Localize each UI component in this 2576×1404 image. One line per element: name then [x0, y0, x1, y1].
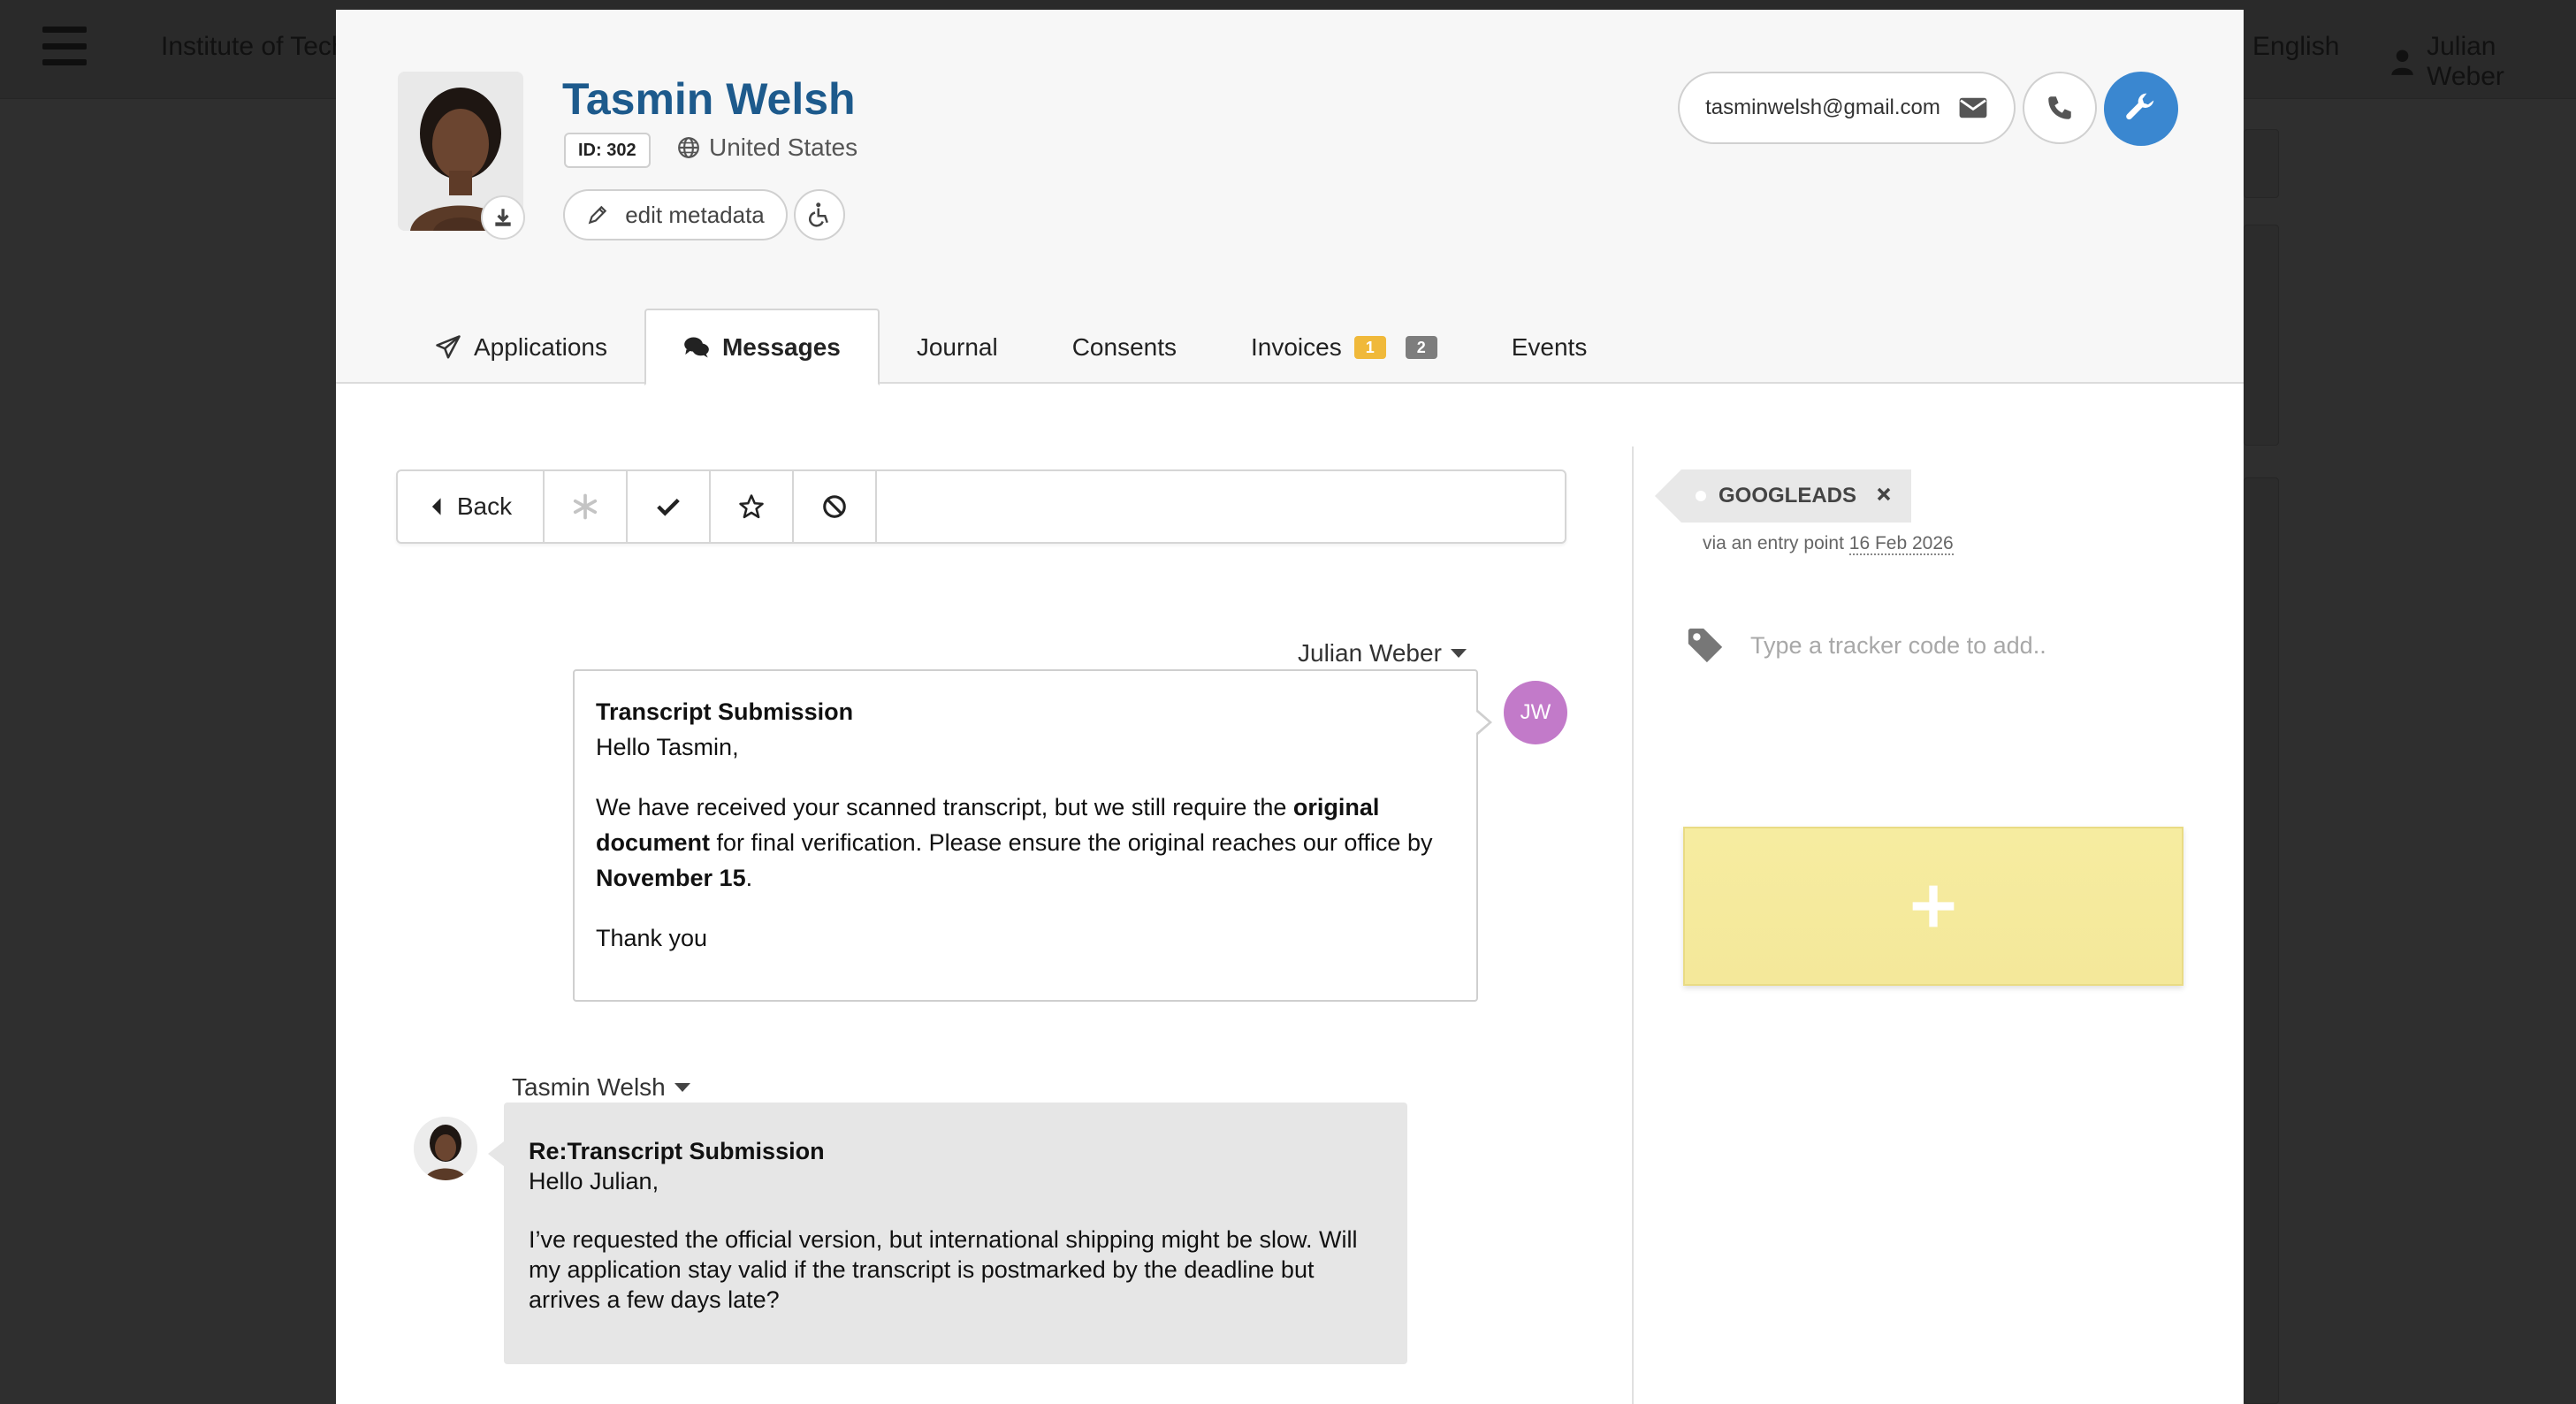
user-icon [2391, 50, 2413, 75]
message-pointer [488, 1141, 504, 1166]
tracker-tag-label: GOOGLEADS [1719, 484, 1857, 507]
sender-avatar [414, 1117, 477, 1180]
tab-applications[interactable]: Applications [398, 309, 644, 385]
message-subject: Transcript Submission [596, 698, 854, 725]
sender-avatar: JW [1504, 681, 1567, 744]
star-icon [739, 494, 764, 519]
wrench-icon [2126, 93, 2154, 120]
edit-metadata-button[interactable]: edit metadata [563, 189, 788, 240]
remove-tag-button[interactable] [1876, 484, 1892, 508]
comments-icon [684, 336, 709, 358]
add-note-button[interactable] [1683, 827, 2184, 986]
message-sender-dropdown[interactable]: Tasmin Welsh [512, 1073, 690, 1102]
mark-done-button[interactable] [628, 471, 711, 542]
tracker-source: via an entry point 16 Feb 2026 [1703, 533, 1954, 555]
ban-icon [823, 495, 846, 518]
pencil-icon [588, 205, 607, 225]
tab-messages[interactable]: Messages [644, 309, 880, 385]
column-divider [1632, 446, 1634, 1404]
user-name: Julian Weber [2427, 32, 2504, 91]
tab-invoices[interactable]: Invoices 1 2 [1214, 309, 1475, 385]
profile-tabs: Applications Messages Journal Consents I… [398, 307, 1624, 385]
call-button[interactable] [2023, 72, 2097, 144]
person-portrait-icon [414, 1117, 477, 1180]
back-button[interactable]: Back [398, 471, 545, 542]
hamburger-menu-icon[interactable] [42, 27, 87, 65]
email-button[interactable]: tasminwelsh@gmail.com [1678, 72, 2016, 144]
profile-photo [398, 72, 525, 240]
paper-plane-icon [436, 334, 461, 358]
message-sender-dropdown[interactable]: Julian Weber [1298, 639, 1467, 668]
check-icon [657, 498, 680, 516]
accessibility-button[interactable] [794, 189, 845, 240]
block-button[interactable] [794, 471, 877, 542]
download-icon [495, 209, 511, 226]
tab-label: Events [1511, 332, 1588, 361]
mark-unread-button[interactable] [545, 471, 628, 542]
caret-left-icon [431, 498, 441, 515]
tab-journal[interactable]: Journal [880, 309, 1035, 385]
message-greeting: Hello Julian, [529, 1168, 659, 1194]
envelope-icon [1959, 97, 1987, 118]
message-closing: Thank you [596, 925, 708, 951]
wheelchair-icon [809, 202, 828, 227]
edit-metadata-label: edit metadata [625, 201, 765, 228]
outgoing-message: Transcript Submission Hello Tasmin, We h… [573, 669, 1478, 1002]
plus-icon [1912, 885, 1955, 927]
invoices-count-badge: 1 [1353, 335, 1386, 359]
close-icon [1877, 487, 1891, 501]
tab-consents[interactable]: Consents [1035, 309, 1214, 385]
background-panel [2244, 129, 2279, 198]
back-label: Back [456, 492, 513, 520]
caret-down-icon [1450, 649, 1467, 658]
asterisk-icon [573, 493, 598, 520]
tracker-tag: GOOGLEADS [1654, 469, 1912, 523]
contact-modal: Tasmin Welsh ID: 302 United States edit … [336, 10, 2244, 1404]
tag-hole-icon [1696, 491, 1706, 501]
tag-icon [1688, 628, 1723, 663]
message-toolbar: Back [396, 469, 1566, 544]
tab-events[interactable]: Events [1475, 309, 1625, 385]
tracker-via-text: via an entry point [1703, 533, 1844, 553]
message-subject: Re:Transcript Submission [529, 1138, 825, 1164]
tab-label: Messages [721, 332, 841, 361]
tab-label: Invoices [1251, 332, 1342, 361]
tracker-date: 16 Feb 2026 [1848, 533, 1954, 555]
user-menu[interactable]: Julian Weber [2390, 32, 2576, 92]
tab-label: Journal [916, 332, 998, 361]
message-greeting: Hello Tasmin, [596, 734, 739, 760]
contact-name: Tasmin Welsh [562, 74, 856, 124]
modal-header: Tasmin Welsh ID: 302 United States edit … [336, 10, 2244, 385]
tracker-code-input[interactable] [1750, 618, 2210, 673]
phone-icon [2048, 96, 2071, 119]
background-panel [2244, 477, 2279, 1404]
tab-label: Consents [1071, 332, 1177, 361]
invoices-count-badge: 2 [1405, 335, 1437, 359]
email-address: tasminwelsh@gmail.com [1705, 95, 1940, 119]
message-pointer [1476, 710, 1492, 735]
country-label: United States [709, 134, 858, 161]
caret-down-icon [674, 1083, 690, 1092]
sender-name: Tasmin Welsh [512, 1073, 666, 1101]
message-body: We have received your scanned transcript… [596, 794, 1433, 891]
organization-name[interactable]: Institute of Tech [161, 32, 347, 62]
contact-id-badge: ID: 302 [564, 133, 651, 168]
language-selector[interactable]: English [2252, 32, 2339, 62]
globe-icon [678, 137, 699, 158]
contact-country: United States [677, 134, 857, 162]
message-body: I’ve requested the official version, but… [529, 1226, 1358, 1313]
download-photo-button[interactable] [481, 195, 525, 240]
background-panel [2244, 225, 2279, 446]
incoming-message: Re:Transcript Submission Hello Julian, I… [504, 1103, 1407, 1364]
settings-wrench-button[interactable] [2104, 72, 2178, 146]
sender-name: Julian Weber [1298, 639, 1442, 667]
tab-label: Applications [474, 332, 607, 361]
star-button[interactable] [711, 471, 794, 542]
